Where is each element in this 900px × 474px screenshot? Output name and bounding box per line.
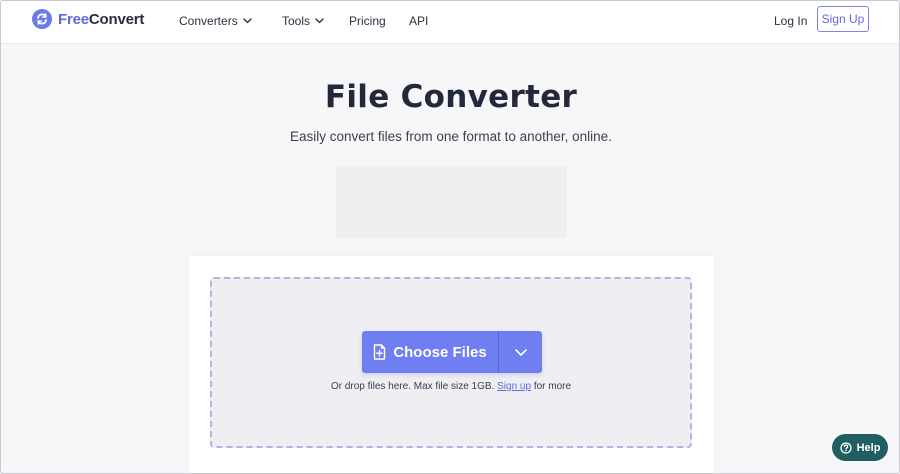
page-subtitle: Easily convert files from one format to … — [290, 129, 612, 144]
signup-button[interactable]: Sign Up — [817, 6, 869, 32]
browser-page: FreeConvert Converters Tools Pricing API… — [0, 0, 900, 474]
drop-hint: Or drop files here. Max file size 1GB. S… — [212, 381, 690, 392]
page-title: File Converter — [324, 79, 578, 115]
choose-files-button-group: Choose Files — [362, 331, 542, 373]
choose-files-button[interactable]: Choose Files — [362, 331, 499, 373]
upload-card: Choose Files Or drop files here. Max fil… — [189, 256, 714, 473]
file-add-icon — [374, 344, 386, 360]
brand-name: FreeConvert — [58, 11, 144, 28]
sync-logo-icon — [32, 9, 52, 29]
nav-tools-label: Tools — [282, 14, 311, 28]
nav-tools[interactable]: Tools — [282, 12, 324, 30]
drop-hint-text: Or drop files here. Max file size 1GB. — [330, 381, 495, 392]
brand-name-part1: Free — [58, 10, 89, 28]
upload-source-dropdown[interactable] — [499, 331, 542, 373]
question-circle-icon — [839, 441, 852, 454]
nav-pricing-label: Pricing — [349, 14, 386, 28]
chevron-down-icon — [315, 18, 324, 24]
help-label: Help — [856, 441, 881, 454]
chevron-down-icon — [242, 18, 252, 24]
brand-name-part2: Convert — [88, 10, 145, 28]
top-nav-bar: FreeConvert Converters Tools Pricing API… — [1, 1, 899, 44]
brand-logo[interactable]: FreeConvert — [32, 9, 144, 29]
signup-link[interactable]: Sign up — [497, 381, 531, 392]
drop-hint-suffix: for more — [533, 381, 572, 392]
chevron-down-icon — [514, 348, 527, 356]
nav-api[interactable]: API — [409, 12, 428, 30]
file-dropzone[interactable]: Choose Files Or drop files here. Max fil… — [210, 277, 692, 448]
nav-api-label: API — [409, 14, 429, 28]
nav-converters[interactable]: Converters — [179, 12, 252, 30]
nav-pricing[interactable]: Pricing — [349, 12, 386, 30]
choose-files-label: Choose Files — [393, 343, 487, 361]
help-button[interactable]: Help — [832, 434, 888, 461]
nav-converters-label: Converters — [179, 14, 238, 28]
ad-placeholder — [336, 166, 567, 238]
login-link[interactable]: Log In — [774, 12, 807, 30]
